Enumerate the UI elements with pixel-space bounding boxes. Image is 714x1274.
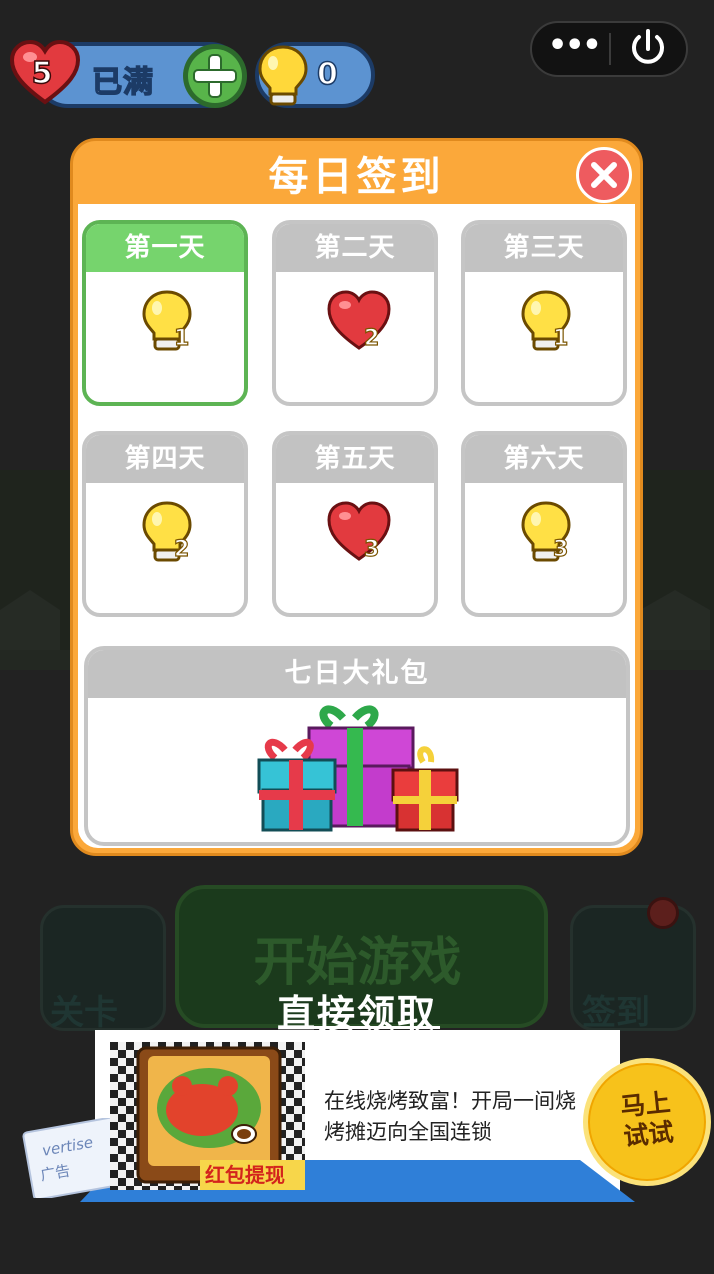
ad-text: 在线烧烤致富！开局一间烧烤摊迈向全国连锁	[324, 1089, 576, 1144]
day-label: 第五天	[276, 435, 434, 483]
more-menu-button[interactable]: •••	[548, 22, 602, 74]
add-hearts-button[interactable]	[180, 41, 250, 111]
ad-bbq-image: 红包提现	[110, 1042, 305, 1190]
claim-underline	[283, 1026, 440, 1029]
capsule-divider	[609, 33, 611, 65]
reward-count: 2	[363, 325, 380, 351]
close-button[interactable]	[576, 147, 632, 203]
day-label: 第六天	[465, 435, 623, 483]
day-card-6[interactable]: 第六天 3	[461, 431, 627, 617]
day-label: 第三天	[465, 224, 623, 272]
reward-count: 3	[363, 536, 380, 562]
close-app-icon[interactable]	[628, 28, 668, 70]
hearts-status: 已满	[91, 64, 154, 101]
day-card-4[interactable]: 第四天 2	[82, 431, 248, 617]
bulb-icon	[142, 290, 192, 351]
gift-boxes-icon	[257, 705, 459, 832]
day-label: 第二天	[276, 224, 434, 272]
seven-day-gift-label: 七日大礼包	[88, 650, 626, 698]
notification-dot	[647, 897, 679, 929]
day-card-5[interactable]: 第五天 3	[272, 431, 438, 617]
reward-count: 3	[552, 536, 569, 562]
hearts-count: 5	[31, 55, 53, 92]
bulb-icon	[258, 45, 308, 106]
bulb-icon	[521, 501, 571, 562]
reward-count: 2	[173, 536, 190, 562]
bulb-icon	[521, 290, 571, 351]
heart-icon	[327, 290, 391, 350]
day-card-1[interactable]: 第一天 1	[82, 220, 248, 406]
bulb-icon	[142, 501, 192, 562]
reward-count: 1	[552, 325, 569, 351]
reward-count: 1	[173, 325, 190, 351]
close-icon	[591, 162, 617, 188]
day-card-2[interactable]: 第二天 2	[272, 220, 438, 406]
day-card-3[interactable]: 第三天 1	[461, 220, 627, 406]
day-label: 第四天	[86, 435, 244, 483]
day-label: 第一天	[86, 224, 244, 272]
ad-image-caption: 红包提现	[205, 1163, 285, 1187]
dialog-title: 每日签到	[268, 154, 445, 200]
bulbs-count: 0	[316, 56, 338, 93]
heart-icon	[327, 501, 391, 561]
